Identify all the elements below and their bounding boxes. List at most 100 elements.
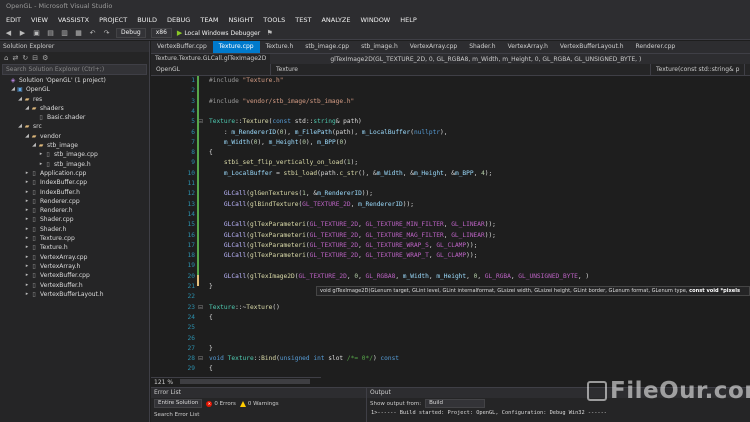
fold-toggle-icon[interactable]: ⊟ xyxy=(198,303,206,313)
tree-item[interactable]: ▸ ▯ Renderer.h xyxy=(0,206,149,215)
collapse-icon[interactable]: ⊟ xyxy=(32,54,38,62)
output-source-select[interactable]: Build xyxy=(425,399,486,408)
menu-item-edit[interactable]: EDIT xyxy=(6,16,21,24)
scope-dropdown[interactable]: Texture xyxy=(271,63,651,76)
tree-item[interactable]: ▸ ▯ Renderer.cpp xyxy=(0,197,149,206)
tab-vertexarray-h[interactable]: VertexArray.h xyxy=(502,41,554,53)
errors-count: 0 Errors xyxy=(214,400,236,407)
menu-item-view[interactable]: VIEW xyxy=(31,16,48,24)
tree-item[interactable]: ▸ ▯ stb_image.cpp xyxy=(0,150,149,159)
tab-vertexbuffer-cpp[interactable]: VertexBuffer.cpp xyxy=(151,41,213,53)
tree-item[interactable]: ▸ ▯ VertexBuffer.cpp xyxy=(0,271,149,280)
tree-item-label: IndexBuffer.cpp xyxy=(40,179,88,187)
project-dropdown[interactable]: OpenGL xyxy=(151,63,271,76)
tree-item[interactable]: ▸ ▯ VertexArray.h xyxy=(0,262,149,271)
code-area[interactable]: #include "Texture.h" #include "vendor/st… xyxy=(209,76,750,377)
tree-item[interactable]: ▸ ▯ IndexBuffer.h xyxy=(0,188,149,197)
fold-toggle-icon[interactable]: ⊟ xyxy=(198,117,206,127)
tree-item[interactable]: ◢ ▰ res xyxy=(0,95,149,104)
home-icon[interactable]: ⌂ xyxy=(4,54,8,62)
menu-item-window[interactable]: WINDOW xyxy=(360,16,390,24)
refresh-icon[interactable]: ↻ xyxy=(22,54,28,62)
tree-item[interactable]: ▸ ▯ IndexBuffer.cpp xyxy=(0,178,149,187)
error-search-input[interactable]: Search Error List xyxy=(151,409,366,420)
fold-toggle-icon[interactable]: ⊟ xyxy=(198,354,206,364)
menu-item-project[interactable]: PROJECT xyxy=(99,16,127,24)
breadcrumb-member[interactable]: glTexImage2D(GL_TEXTURE_2D, 0, GL_RGBA8,… xyxy=(330,56,641,63)
forward-icon[interactable]: ▶ xyxy=(18,29,27,38)
errors-filter[interactable]: ✕ 0 Errors xyxy=(206,400,236,407)
code-line-5: Texture::Texture(const std::string& path… xyxy=(209,118,362,126)
tab-texture-h[interactable]: Texture.h xyxy=(260,41,300,53)
menu-item-tools[interactable]: TOOLS xyxy=(263,16,285,24)
cpp-icon: ▯ xyxy=(32,253,36,261)
unsaved-change-marker xyxy=(197,275,199,286)
horizontal-scrollbar[interactable] xyxy=(180,379,310,384)
tree-item[interactable]: ▸ ▯ Texture.cpp xyxy=(0,234,149,243)
tree-item-label: Shader.h xyxy=(40,225,67,233)
tree-item[interactable]: ▸ ▯ VertexBuffer.h xyxy=(0,281,149,290)
menu-item-vassistx[interactable]: VASSISTX xyxy=(58,16,89,24)
undo-icon[interactable]: ↶ xyxy=(88,29,97,38)
platform-select[interactable]: x86 xyxy=(150,28,172,38)
tree-item[interactable]: ▸ ▯ VertexArray.cpp xyxy=(0,253,149,262)
tab-renderer-cpp[interactable]: Renderer.cpp xyxy=(630,41,682,53)
tree-item[interactable]: ▸ ▯ VertexBufferLayout.h xyxy=(0,290,149,299)
sync-icon[interactable]: ⇄ xyxy=(12,54,18,62)
line-number: 15 xyxy=(187,221,195,229)
line-number: 19 xyxy=(187,262,195,270)
error-scope-select[interactable]: Entire Solution xyxy=(154,399,203,408)
solution-search-input[interactable]: Search Solution Explorer (Ctrl+;) xyxy=(2,64,147,75)
run-debugger-button[interactable]: ▶ Local Windows Debugger xyxy=(177,29,260,37)
back-icon[interactable]: ◀ xyxy=(4,29,13,38)
warnings-filter[interactable]: 0 Warnings xyxy=(239,400,279,407)
save-icon[interactable]: ▥ xyxy=(60,29,69,38)
folder-icon: ▰ xyxy=(31,132,37,140)
tree-item[interactable]: ◢ ▰ vendor xyxy=(0,132,149,141)
tab-shader-h[interactable]: Shader.h xyxy=(463,41,501,53)
tree-item[interactable]: ◢ ▰ shaders xyxy=(0,104,149,113)
breadcrumb-scope[interactable]: Texture.Texture.GLCall.glTexImage2D xyxy=(151,54,271,64)
tab-vertexbufferlayout-h[interactable]: VertexBufferLayout.h xyxy=(554,41,630,53)
tree-item[interactable]: ▸ ▯ Texture.h xyxy=(0,243,149,252)
tree-item[interactable]: ▸ ▯ Shader.h xyxy=(0,225,149,234)
tree-item-label: res xyxy=(33,95,43,103)
new-project-icon[interactable]: ▣ xyxy=(32,29,41,38)
save-all-icon[interactable]: ▦ xyxy=(74,29,83,38)
tree-item[interactable]: ▸ ▯ stb_image.h xyxy=(0,160,149,169)
tree-item[interactable]: ▸ ▯ Application.cpp xyxy=(0,169,149,178)
tab-stb-image-h[interactable]: stb_image.h xyxy=(355,41,404,53)
code-line-6: : m_RendererID(0), m_FilePath(path), m_L… xyxy=(209,128,448,136)
tree-item-label: Shader.cpp xyxy=(40,216,74,224)
redo-icon[interactable]: ↷ xyxy=(102,29,111,38)
tree-item[interactable]: ◢ ▰ src xyxy=(0,122,149,131)
open-file-icon[interactable]: ▤ xyxy=(46,29,55,38)
configuration-select[interactable]: Debug xyxy=(116,28,146,38)
tab-vertexarray-cpp[interactable]: VertexArray.cpp xyxy=(404,41,463,53)
function-dropdown[interactable]: Texture(const std::string& p xyxy=(651,63,746,76)
menu-item-team[interactable]: TEAM xyxy=(200,16,218,24)
menu-item-nsight[interactable]: NSIGHT xyxy=(228,16,253,24)
menu-item-analyze[interactable]: ANALYZE xyxy=(321,16,350,24)
tab-texture-cpp[interactable]: Texture.cpp xyxy=(212,41,260,53)
show-output-label: Show output from: xyxy=(370,400,422,407)
menu-item-debug[interactable]: DEBUG xyxy=(167,16,190,24)
error-list-toolbar: Entire Solution ✕ 0 Errors 0 Warnings xyxy=(151,398,366,409)
header-icon: ▯ xyxy=(32,281,36,289)
tree-item[interactable]: ◈ Solution 'OpenGL' (1 project) xyxy=(0,76,149,85)
menu-item-build[interactable]: BUILD xyxy=(137,16,157,24)
line-number: 17 xyxy=(187,241,195,249)
tree-item[interactable]: ▯ Basic.shader xyxy=(0,113,149,122)
tab-stb-image-cpp[interactable]: stb_image.cpp xyxy=(299,41,355,53)
tree-item[interactable]: ◢ ▰ stb_image xyxy=(0,141,149,150)
tree-item[interactable]: ▸ ▯ Shader.cpp xyxy=(0,215,149,224)
warning-icon xyxy=(239,400,246,407)
bookmark-icon[interactable]: ⚑ xyxy=(265,29,274,38)
code-line-9: stbi_set_flip_vertically_on_load(1); xyxy=(223,159,359,167)
tree-item-label: Renderer.cpp xyxy=(40,197,80,205)
tree-item[interactable]: ◢ ▣ OpenGL xyxy=(0,85,149,94)
code-editor[interactable]: 1 2 3 4 5 6 7 8 9 10 11 12 13 14 15 16 17 18 19 20 21 22 23 24 2… xyxy=(151,76,750,377)
menu-item-test[interactable]: TEST xyxy=(295,16,311,24)
properties-icon[interactable]: ⚙ xyxy=(42,54,48,62)
menu-item-help[interactable]: HELP xyxy=(400,16,417,24)
